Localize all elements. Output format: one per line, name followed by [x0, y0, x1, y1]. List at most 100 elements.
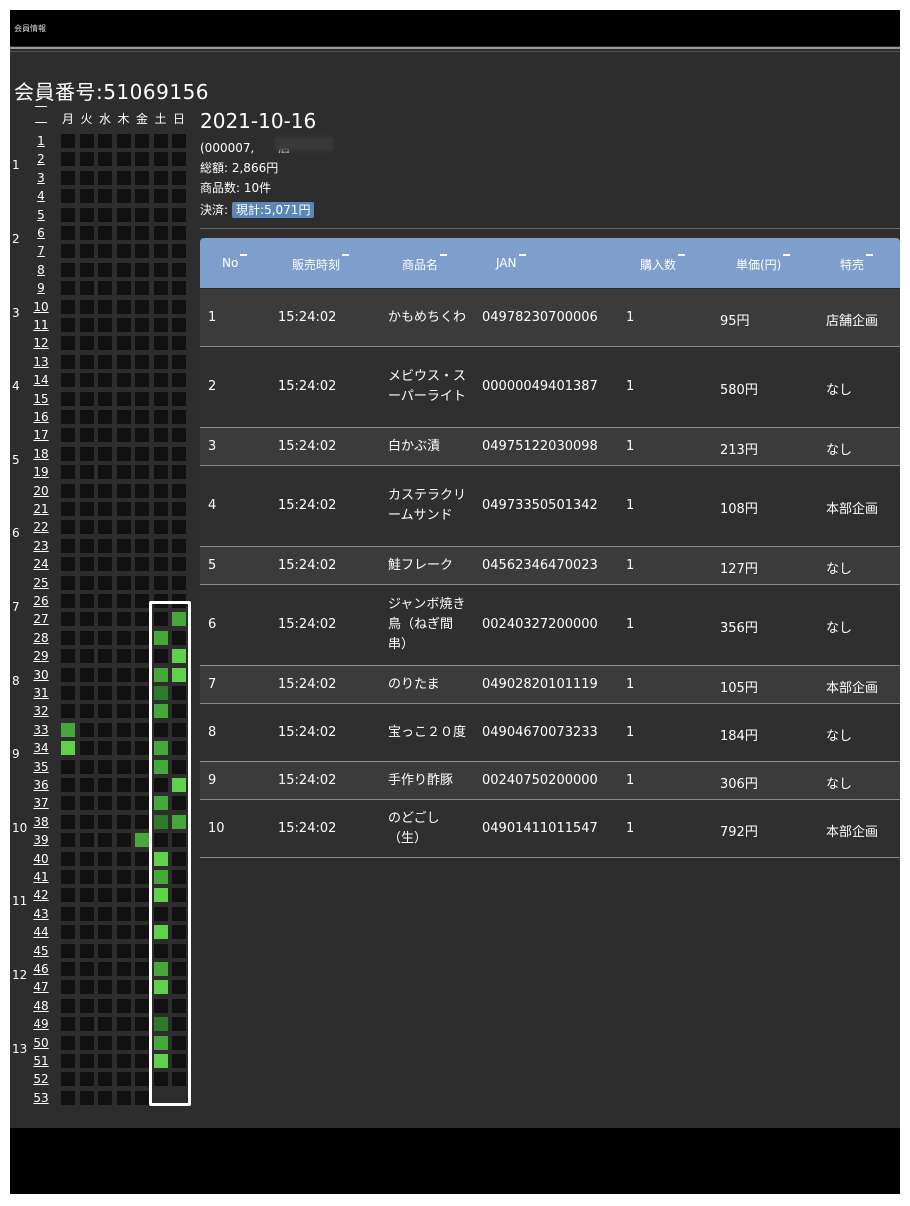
calendar-day[interactable]	[79, 925, 94, 940]
calendar-day[interactable]	[135, 998, 149, 1013]
calendar-day[interactable]	[172, 170, 186, 185]
calendar-day[interactable]	[135, 704, 149, 719]
calendar-day[interactable]	[98, 741, 112, 756]
calendar-day[interactable]	[116, 594, 131, 608]
calendar-day[interactable]	[116, 170, 131, 185]
calendar-day[interactable]	[172, 318, 186, 332]
calendar-day[interactable]	[79, 262, 94, 277]
calendar-day[interactable]	[135, 318, 149, 332]
week-label[interactable]: 12	[32, 334, 50, 352]
calendar-day[interactable]	[153, 373, 168, 388]
calendar-day[interactable]	[116, 262, 131, 277]
calendar-day[interactable]	[135, 851, 149, 866]
calendar-day[interactable]	[79, 722, 94, 737]
calendar-day[interactable]	[61, 226, 75, 240]
calendar-day[interactable]	[116, 575, 131, 590]
calendar-day[interactable]	[98, 612, 112, 627]
calendar-day[interactable]	[116, 998, 131, 1013]
calendar-day[interactable]	[153, 446, 168, 461]
calendar-day[interactable]	[98, 152, 112, 167]
calendar-day[interactable]	[153, 134, 168, 148]
week-label[interactable]: 18	[32, 445, 50, 463]
calendar-day[interactable]	[98, 446, 112, 461]
calendar-day[interactable]	[61, 520, 75, 535]
calendar-day[interactable]	[116, 759, 131, 774]
col-header-price[interactable]: 単価(円)	[736, 254, 791, 273]
calendar-day[interactable]	[153, 483, 168, 498]
calendar-day[interactable]	[116, 446, 131, 461]
calendar-day[interactable]	[116, 410, 131, 424]
calendar-day[interactable]	[79, 354, 94, 369]
calendar-day[interactable]	[61, 483, 75, 498]
calendar-day[interactable]	[61, 152, 75, 167]
calendar-day[interactable]	[135, 649, 149, 664]
calendar-day[interactable]	[153, 318, 168, 332]
calendar-day[interactable]	[135, 796, 149, 811]
week-label[interactable]: 45	[32, 942, 50, 960]
calendar-day[interactable]	[135, 594, 149, 608]
calendar-day[interactable]	[79, 686, 94, 700]
calendar-day[interactable]	[172, 244, 186, 259]
calendar-day[interactable]	[98, 888, 112, 903]
calendar-day[interactable]	[79, 980, 94, 995]
week-label[interactable]: 15	[32, 390, 50, 408]
calendar-day[interactable]	[153, 538, 168, 553]
calendar-day[interactable]	[116, 152, 131, 167]
calendar-day[interactable]	[61, 649, 75, 664]
calendar-day[interactable]	[172, 226, 186, 240]
calendar-day[interactable]	[116, 502, 131, 516]
calendar-day[interactable]	[79, 391, 94, 406]
week-label[interactable]: 47	[32, 978, 50, 996]
calendar-day[interactable]	[98, 1054, 112, 1068]
calendar-day[interactable]	[135, 759, 149, 774]
calendar-day[interactable]	[153, 557, 168, 572]
calendar-day[interactable]	[172, 152, 186, 167]
calendar-day[interactable]	[61, 502, 75, 516]
calendar-day[interactable]	[116, 778, 131, 792]
calendar-day[interactable]	[116, 1017, 131, 1032]
calendar-day[interactable]	[116, 281, 131, 296]
calendar-day[interactable]	[116, 1072, 131, 1087]
calendar-day[interactable]	[79, 428, 94, 443]
calendar-day[interactable]	[116, 1090, 131, 1105]
week-label[interactable]: 22	[32, 518, 50, 536]
calendar-day[interactable]	[79, 1090, 94, 1105]
calendar-day[interactable]	[61, 612, 75, 627]
calendar-day[interactable]	[98, 520, 112, 535]
week-label[interactable]: 5	[32, 206, 50, 224]
calendar-day[interactable]	[116, 1035, 131, 1050]
calendar-day[interactable]	[135, 778, 149, 792]
week-label[interactable]: 16	[32, 408, 50, 426]
calendar-day[interactable]	[116, 354, 131, 369]
calendar-day[interactable]	[79, 906, 94, 921]
calendar-day[interactable]	[153, 189, 168, 204]
calendar-day[interactable]	[98, 594, 112, 608]
calendar-day[interactable]	[135, 1035, 149, 1050]
week-label[interactable]: 8	[32, 261, 50, 279]
calendar-day[interactable]	[79, 814, 94, 829]
calendar-day[interactable]	[135, 299, 149, 314]
calendar-day[interactable]	[135, 226, 149, 240]
week-label[interactable]: 33	[32, 721, 50, 739]
calendar-day[interactable]	[135, 373, 149, 388]
calendar-day[interactable]	[79, 410, 94, 424]
calendar-day[interactable]	[135, 134, 149, 148]
calendar-day[interactable]	[79, 244, 94, 259]
table-row[interactable]: 6 15:24:02 ジャンボ焼き鳥（ねぎ間串） 00240327200000 1 356…	[200, 585, 900, 665]
calendar-day[interactable]	[135, 410, 149, 424]
calendar-day[interactable]	[135, 557, 149, 572]
calendar-day[interactable]	[135, 502, 149, 516]
calendar-day[interactable]	[61, 428, 75, 443]
calendar-day[interactable]	[135, 814, 149, 829]
week-label[interactable]: 23	[32, 537, 50, 555]
week-label[interactable]: 11	[32, 316, 50, 334]
calendar-day[interactable]	[61, 373, 75, 388]
week-label[interactable]: 17	[32, 426, 50, 444]
calendar-day[interactable]	[135, 925, 149, 940]
calendar-day[interactable]	[98, 1035, 112, 1050]
calendar-day[interactable]	[135, 207, 149, 222]
calendar-day[interactable]	[98, 189, 112, 204]
calendar-day[interactable]	[135, 943, 149, 958]
calendar-day[interactable]	[116, 686, 131, 700]
calendar-day[interactable]	[116, 373, 131, 388]
